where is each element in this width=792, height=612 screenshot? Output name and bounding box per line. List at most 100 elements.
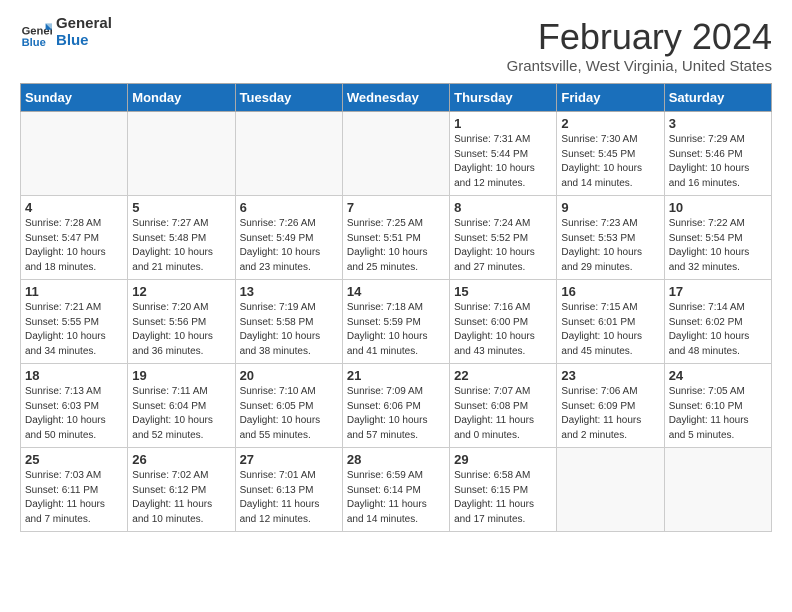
day-info: Sunrise: 7:01 AM Sunset: 6:13 PM Dayligh… [240,469,338,527]
day-number: 18 [25,368,123,383]
calendar-day: 25 Sunrise: 7:03 AM Sunset: 6:11 PM Dayli… [21,448,128,532]
day-number: 2 [561,116,659,131]
calendar-week-1: 1 Sunrise: 7:31 AM Sunset: 5:44 PM Daylig… [21,112,772,196]
day-info: Sunrise: 7:22 AM Sunset: 5:54 PM Dayligh… [669,217,767,275]
day-info: Sunrise: 7:09 AM Sunset: 6:06 PM Dayligh… [347,385,445,443]
col-monday: Monday [128,84,235,112]
logo: General Blue General Blue [20,16,112,49]
day-info: Sunrise: 7:24 AM Sunset: 5:52 PM Dayligh… [454,217,552,275]
calendar-day: 5Sunrise: 7:27 AM Sunset: 5:48 PM Daylig… [128,196,235,280]
day-number: 24 [669,368,767,383]
day-number: 5 [132,200,230,215]
day-number: 21 [347,368,445,383]
day-number: 6 [240,200,338,215]
day-info: Sunrise: 7:29 AM Sunset: 5:46 PM Dayligh… [669,133,767,191]
day-number: 27 [240,452,338,467]
day-info: Sunrise: 7:20 AM Sunset: 5:56 PM Dayligh… [132,301,230,359]
day-number: 7 [347,200,445,215]
calendar-day: 28 Sunrise: 6:59 AM Sunset: 6:14 PM Dayli… [342,448,449,532]
calendar-day [21,112,128,196]
logo-line1: General [56,15,112,32]
day-number: 1 [454,116,552,131]
calendar-day: 4Sunrise: 7:28 AM Sunset: 5:47 PM Daylig… [21,196,128,280]
calendar-day: 26 Sunrise: 7:02 AM Sunset: 6:12 PM Dayli… [128,448,235,532]
location-title: Grantsville, West Virginia, United State… [507,58,772,75]
svg-text:Blue: Blue [22,36,46,48]
day-info: Sunrise: 7:23 AM Sunset: 5:53 PM Dayligh… [561,217,659,275]
calendar-day: 13 Sunrise: 7:19 AM Sunset: 5:58 PM Dayli… [235,280,342,364]
day-number: 15 [454,284,552,299]
calendar-day [342,112,449,196]
calendar-day: 7 Sunrise: 7:25 AM Sunset: 5:51 PM Daylig… [342,196,449,280]
calendar-table: Sunday Monday Tuesday Wednesday Thursday… [20,83,772,532]
day-info: Sunrise: 7:25 AM Sunset: 5:51 PM Dayligh… [347,217,445,275]
day-info: Sunrise: 7:10 AM Sunset: 6:05 PM Dayligh… [240,385,338,443]
calendar-day: 14 Sunrise: 7:18 AM Sunset: 5:59 PM Dayli… [342,280,449,364]
col-thursday: Thursday [450,84,557,112]
day-number: 8 [454,200,552,215]
calendar-day: 9 Sunrise: 7:23 AM Sunset: 5:53 PM Daylig… [557,196,664,280]
day-number: 22 [454,368,552,383]
calendar-day: 1 Sunrise: 7:31 AM Sunset: 5:44 PM Daylig… [450,112,557,196]
calendar-day: 6 Sunrise: 7:26 AM Sunset: 5:49 PM Daylig… [235,196,342,280]
calendar-day: 15 Sunrise: 7:16 AM Sunset: 6:00 PM Dayli… [450,280,557,364]
day-number: 16 [561,284,659,299]
day-number: 9 [561,200,659,215]
day-number: 4 [25,200,123,215]
day-info: Sunrise: 7:31 AM Sunset: 5:44 PM Dayligh… [454,133,552,191]
calendar-week-2: 4Sunrise: 7:28 AM Sunset: 5:47 PM Daylig… [21,196,772,280]
day-info: Sunrise: 7:03 AM Sunset: 6:11 PM Dayligh… [25,469,123,527]
day-info: Sunrise: 7:21 AM Sunset: 5:55 PM Dayligh… [25,301,123,359]
calendar-day: 29Sunrise: 6:58 AM Sunset: 6:15 PM Dayli… [450,448,557,532]
day-info: Sunrise: 7:16 AM Sunset: 6:00 PM Dayligh… [454,301,552,359]
day-number: 28 [347,452,445,467]
day-info: Sunrise: 7:18 AM Sunset: 5:59 PM Dayligh… [347,301,445,359]
calendar-day: 27 Sunrise: 7:01 AM Sunset: 6:13 PM Dayli… [235,448,342,532]
calendar-day: 11Sunrise: 7:21 AM Sunset: 5:55 PM Dayli… [21,280,128,364]
logo-line2: Blue [56,33,112,50]
calendar-day: 3Sunrise: 7:29 AM Sunset: 5:46 PM Daylig… [664,112,771,196]
calendar-day [128,112,235,196]
day-number: 14 [347,284,445,299]
day-info: Sunrise: 7:14 AM Sunset: 6:02 PM Dayligh… [669,301,767,359]
day-number: 25 [25,452,123,467]
calendar-day: 2Sunrise: 7:30 AM Sunset: 5:45 PM Daylig… [557,112,664,196]
col-tuesday: Tuesday [235,84,342,112]
day-number: 26 [132,452,230,467]
month-title: February 2024 [507,16,772,58]
col-wednesday: Wednesday [342,84,449,112]
header-row: General Blue General Blue February 2024 … [20,16,772,75]
calendar-day: 16 Sunrise: 7:15 AM Sunset: 6:01 PM Dayli… [557,280,664,364]
calendar-day: 17Sunrise: 7:14 AM Sunset: 6:02 PM Dayli… [664,280,771,364]
day-info: Sunrise: 7:07 AM Sunset: 6:08 PM Dayligh… [454,385,552,443]
calendar-day: 12 Sunrise: 7:20 AM Sunset: 5:56 PM Dayli… [128,280,235,364]
day-number: 20 [240,368,338,383]
day-info: Sunrise: 7:05 AM Sunset: 6:10 PM Dayligh… [669,385,767,443]
day-info: Sunrise: 7:19 AM Sunset: 5:58 PM Dayligh… [240,301,338,359]
calendar-day: 23Sunrise: 7:06 AM Sunset: 6:09 PM Dayli… [557,364,664,448]
day-info: Sunrise: 6:59 AM Sunset: 6:14 PM Dayligh… [347,469,445,527]
calendar-day: 18 Sunrise: 7:13 AM Sunset: 6:03 PM Dayli… [21,364,128,448]
logo-icon: General Blue [20,17,52,49]
day-info: Sunrise: 7:06 AM Sunset: 6:09 PM Dayligh… [561,385,659,443]
calendar-day: 10Sunrise: 7:22 AM Sunset: 5:54 PM Dayli… [664,196,771,280]
calendar-day: 22 Sunrise: 7:07 AM Sunset: 6:08 PM Dayli… [450,364,557,448]
calendar-week-5: 25 Sunrise: 7:03 AM Sunset: 6:11 PM Dayli… [21,448,772,532]
logo-text: General Blue [56,16,112,49]
day-info: Sunrise: 7:15 AM Sunset: 6:01 PM Dayligh… [561,301,659,359]
calendar-day: 19Sunrise: 7:11 AM Sunset: 6:04 PM Dayli… [128,364,235,448]
calendar-day: 8 Sunrise: 7:24 AM Sunset: 5:52 PM Daylig… [450,196,557,280]
day-number: 19 [132,368,230,383]
calendar-week-4: 18 Sunrise: 7:13 AM Sunset: 6:03 PM Dayli… [21,364,772,448]
day-info: Sunrise: 7:13 AM Sunset: 6:03 PM Dayligh… [25,385,123,443]
day-number: 12 [132,284,230,299]
col-friday: Friday [557,84,664,112]
day-number: 13 [240,284,338,299]
col-sunday: Sunday [21,84,128,112]
calendar-day [557,448,664,532]
day-info: Sunrise: 6:58 AM Sunset: 6:15 PM Dayligh… [454,469,552,527]
col-saturday: Saturday [664,84,771,112]
day-info: Sunrise: 7:26 AM Sunset: 5:49 PM Dayligh… [240,217,338,275]
day-info: Sunrise: 7:02 AM Sunset: 6:12 PM Dayligh… [132,469,230,527]
calendar-day: 24 Sunrise: 7:05 AM Sunset: 6:10 PM Dayli… [664,364,771,448]
